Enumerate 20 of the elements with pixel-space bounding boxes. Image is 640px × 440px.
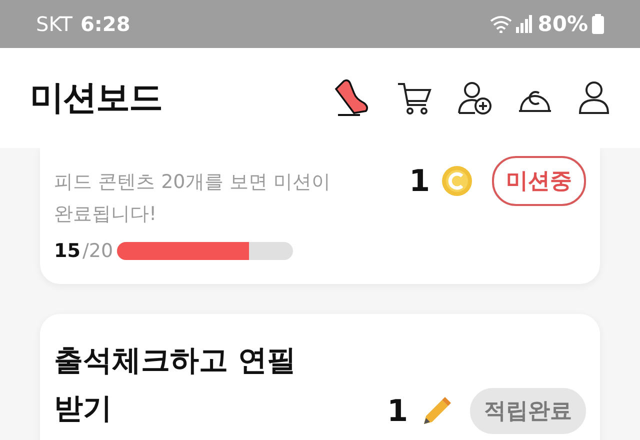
sneaker-icon[interactable] <box>334 79 370 117</box>
signal-icon <box>516 15 532 33</box>
wifi-icon <box>490 15 512 33</box>
mission-card[interactable]: 출석체크하고 연필 받기 1 적립완료 <box>40 314 600 440</box>
page-title: 미션보드 <box>30 77 162 120</box>
reward-amount: 1 <box>387 394 408 428</box>
add-user-icon[interactable] <box>458 81 492 115</box>
clock-text: 6:28 <box>80 12 130 36</box>
battery-icon <box>592 14 604 34</box>
reward-amount: 1 <box>409 164 430 198</box>
mission-title: 출석체크하고 연필 받기 <box>54 342 298 427</box>
mission-card[interactable]: 피드 콘텐츠 20개를 보면 미션이 완료됩니다! 15/20 1 미션중 <box>40 148 600 284</box>
mission-description: 피드 콘텐츠 20개를 보면 미션이 완료됩니다! <box>54 170 332 227</box>
profile-icon[interactable] <box>578 81 610 115</box>
progress-total: /20 <box>82 240 114 262</box>
cart-icon[interactable] <box>396 81 432 115</box>
carrier-text: SKT <box>36 12 72 36</box>
progress-count: 15 <box>54 240 80 262</box>
battery-text: 80% <box>538 12 588 36</box>
status-badge[interactable]: 미션중 <box>492 156 586 206</box>
